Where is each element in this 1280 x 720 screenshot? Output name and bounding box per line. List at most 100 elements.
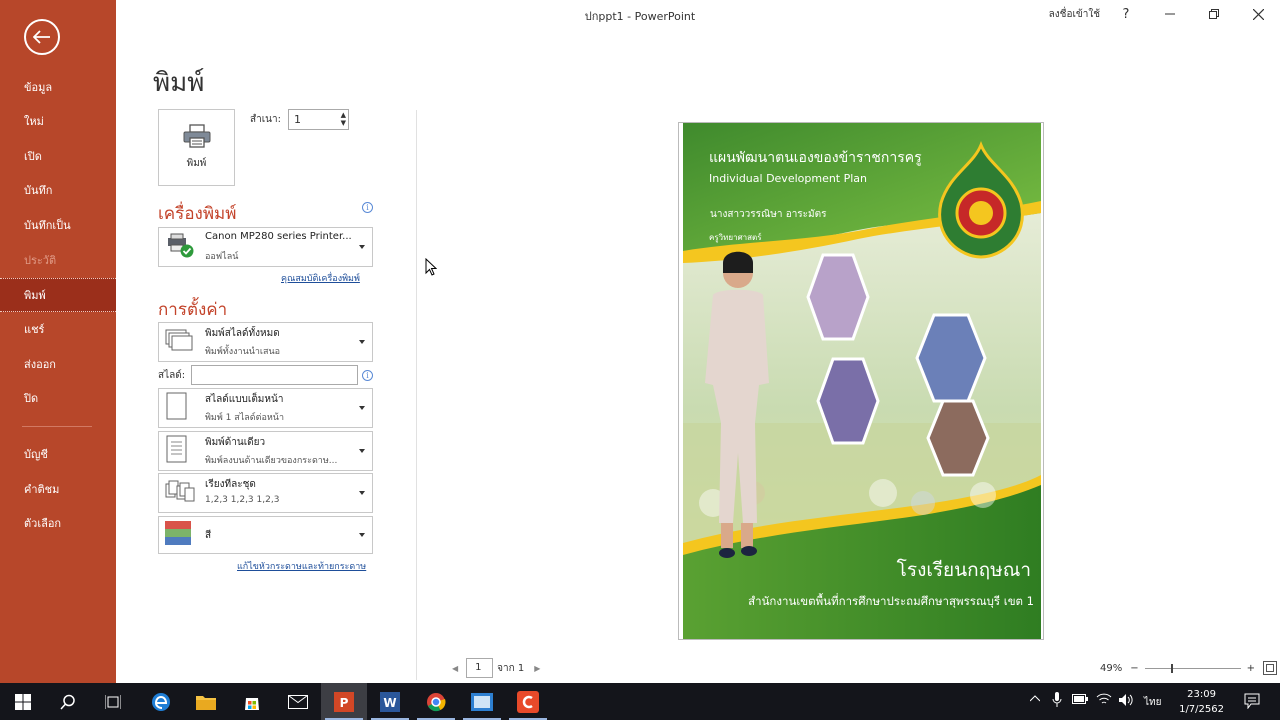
header-footer-link[interactable]: แก้ไขหัวกระดาษและท้ายกระดาษ	[237, 559, 366, 573]
layout-dropdown[interactable]: สไลด์แบบเต็มหน้า พิมพ์ 1 สไลด์ต่อหน้า	[158, 388, 373, 428]
copies-value: 1	[294, 113, 301, 126]
color-dropdown[interactable]: สี	[158, 516, 373, 554]
windows-logo-icon	[15, 693, 31, 710]
collate-icon	[165, 479, 197, 507]
microphone-icon[interactable]	[1052, 692, 1062, 711]
print-range-dropdown[interactable]: พิมพ์สไลด์ทั้งหมด พิมพ์ทั้งงานนำเสนอ	[158, 322, 373, 362]
edge-app[interactable]	[138, 683, 184, 720]
zoom-slider[interactable]	[1144, 663, 1241, 673]
page-number-input[interactable]: 1	[466, 658, 494, 678]
photos-icon	[471, 692, 493, 711]
svg-text:P: P	[340, 696, 349, 710]
copies-spin-arrows[interactable]: ▲ ▼	[341, 111, 346, 127]
edge-icon	[152, 692, 170, 711]
print-button-label: พิมพ์	[186, 158, 207, 169]
wifi-icon[interactable]	[1096, 692, 1112, 709]
sidebar-item-save[interactable]: บันทึก	[0, 173, 116, 207]
sidebar-item-close[interactable]: ปิด	[0, 381, 116, 415]
search-button[interactable]	[45, 683, 91, 720]
settings-section-title: การตั้งค่า	[158, 300, 228, 320]
sidebar-divider	[22, 426, 92, 427]
info-icon[interactable]: i	[362, 370, 373, 381]
next-page-icon[interactable]: ▶	[534, 664, 540, 673]
printer-properties-link[interactable]: คุณสมบัติเครื่องพิมพ์	[281, 271, 360, 285]
chrome-icon	[427, 692, 446, 711]
minimize-icon	[1165, 13, 1175, 15]
one-sided-page-icon	[165, 435, 189, 467]
info-icon[interactable]: i	[362, 202, 373, 213]
store-app[interactable]	[229, 683, 275, 720]
minimize-button[interactable]	[1148, 0, 1192, 28]
printer-status-icon	[165, 232, 195, 262]
page-total: จาก 1	[497, 662, 525, 674]
input-language[interactable]: ไทย	[1144, 695, 1161, 710]
back-button[interactable]	[24, 19, 60, 55]
page-navigation: ◀ 1 จาก 1 ▶	[452, 658, 540, 678]
store-bag-icon	[245, 697, 259, 710]
restore-button[interactable]	[1192, 0, 1236, 28]
search-icon	[60, 694, 75, 710]
volume-icon[interactable]	[1118, 693, 1134, 710]
sidebar-item-save-as[interactable]: บันทึกเป็น	[0, 208, 116, 242]
battery-icon[interactable]	[1072, 694, 1088, 707]
chevron-down-icon	[359, 533, 365, 537]
sidebar-item-account[interactable]: บัญชี	[0, 437, 116, 471]
sides-label: พิมพ์ด้านเดียว	[205, 437, 266, 448]
collate-desc: 1,2,3 1,2,3 1,2,3	[205, 495, 280, 505]
sidebar-item-print[interactable]: พิมพ์	[0, 278, 116, 312]
tray-chevron-up-icon[interactable]	[1029, 694, 1041, 705]
sidebar-item-info[interactable]: ข้อมูล	[0, 70, 116, 104]
help-button[interactable]: ?	[1104, 0, 1148, 28]
printer-dropdown[interactable]: Canon MP280 series Printer... ออฟไลน์	[158, 227, 373, 267]
print-button[interactable]: พิมพ์	[158, 109, 235, 186]
chevron-down-icon	[359, 245, 365, 249]
chevron-down-icon	[359, 449, 365, 453]
printer-section-title: เครื่องพิมพ์	[158, 204, 237, 224]
backstage-sidebar: ข้อมูล ใหม่ เปิด บันทึก บันทึกเป็น ประวั…	[0, 0, 116, 683]
zoom-to-page-icon[interactable]	[1263, 661, 1278, 675]
slides-input[interactable]	[191, 365, 358, 385]
recorder-app[interactable]	[505, 683, 551, 720]
panel-divider	[416, 110, 417, 680]
copies-stepper[interactable]: 1 ▲ ▼	[288, 109, 349, 130]
close-icon	[1252, 8, 1264, 20]
sidebar-item-history: ประวัติ	[24, 254, 57, 267]
sidebar-item-new[interactable]: ใหม่	[0, 104, 116, 138]
mail-app[interactable]	[275, 683, 321, 720]
zoom-slider-thumb[interactable]	[1170, 663, 1173, 673]
sides-dropdown[interactable]: พิมพ์ด้านเดียว พิมพ์ลงบนด้านเดียวของกระด…	[158, 431, 373, 471]
media-app[interactable]	[459, 683, 505, 720]
color-label: สี	[205, 530, 212, 541]
zoom-control: 49% − +	[1100, 661, 1278, 675]
task-view-icon	[105, 694, 121, 709]
sidebar-item-options[interactable]: ตัวเลือก	[0, 506, 116, 540]
sides-desc: พิมพ์ลงบนด้านเดียวของกระดาษ...	[205, 456, 338, 466]
clock[interactable]: 23:09 1/7/2562	[1179, 687, 1224, 717]
task-view-button[interactable]	[90, 683, 136, 720]
start-button[interactable]	[0, 683, 46, 720]
print-range-label: พิมพ์สไลด์ทั้งหมด	[205, 328, 280, 339]
sign-in-link[interactable]: ลงชื่อเข้าใช้	[1049, 7, 1100, 22]
word-app[interactable]: W	[367, 683, 413, 720]
mouse-cursor-icon	[425, 258, 437, 276]
slide-title-thai: แผนพัฒนาตนเองของข้าราชการครู	[709, 150, 922, 166]
collate-dropdown[interactable]: เรียงทีละชุด 1,2,3 1,2,3 1,2,3	[158, 473, 373, 513]
svg-text:W: W	[383, 696, 396, 710]
sidebar-item-share[interactable]: แชร์	[0, 312, 116, 346]
zoom-out-icon[interactable]: −	[1130, 663, 1138, 674]
sidebar-item-export[interactable]: ส่งออก	[0, 347, 116, 381]
previous-page-icon[interactable]: ◀	[452, 664, 458, 673]
window-title: ปกppt1 - PowerPoint	[584, 10, 696, 23]
file-explorer-app[interactable]	[183, 683, 229, 720]
sidebar-item-open[interactable]: เปิด	[0, 139, 116, 173]
clock-time: 23:09	[1187, 689, 1216, 700]
close-button[interactable]	[1236, 0, 1280, 28]
notification-icon[interactable]	[1244, 693, 1260, 712]
powerpoint-app[interactable]: P	[321, 683, 367, 720]
chrome-app[interactable]	[413, 683, 459, 720]
zoom-in-icon[interactable]: +	[1247, 663, 1255, 674]
taskbar: P W ไทย 23:09 1/7/2562	[0, 683, 1280, 720]
sidebar-item-feedback[interactable]: คำติชม	[0, 472, 116, 506]
clock-date: 1/7/2562	[1179, 704, 1224, 715]
zoom-level[interactable]: 49%	[1100, 663, 1122, 674]
